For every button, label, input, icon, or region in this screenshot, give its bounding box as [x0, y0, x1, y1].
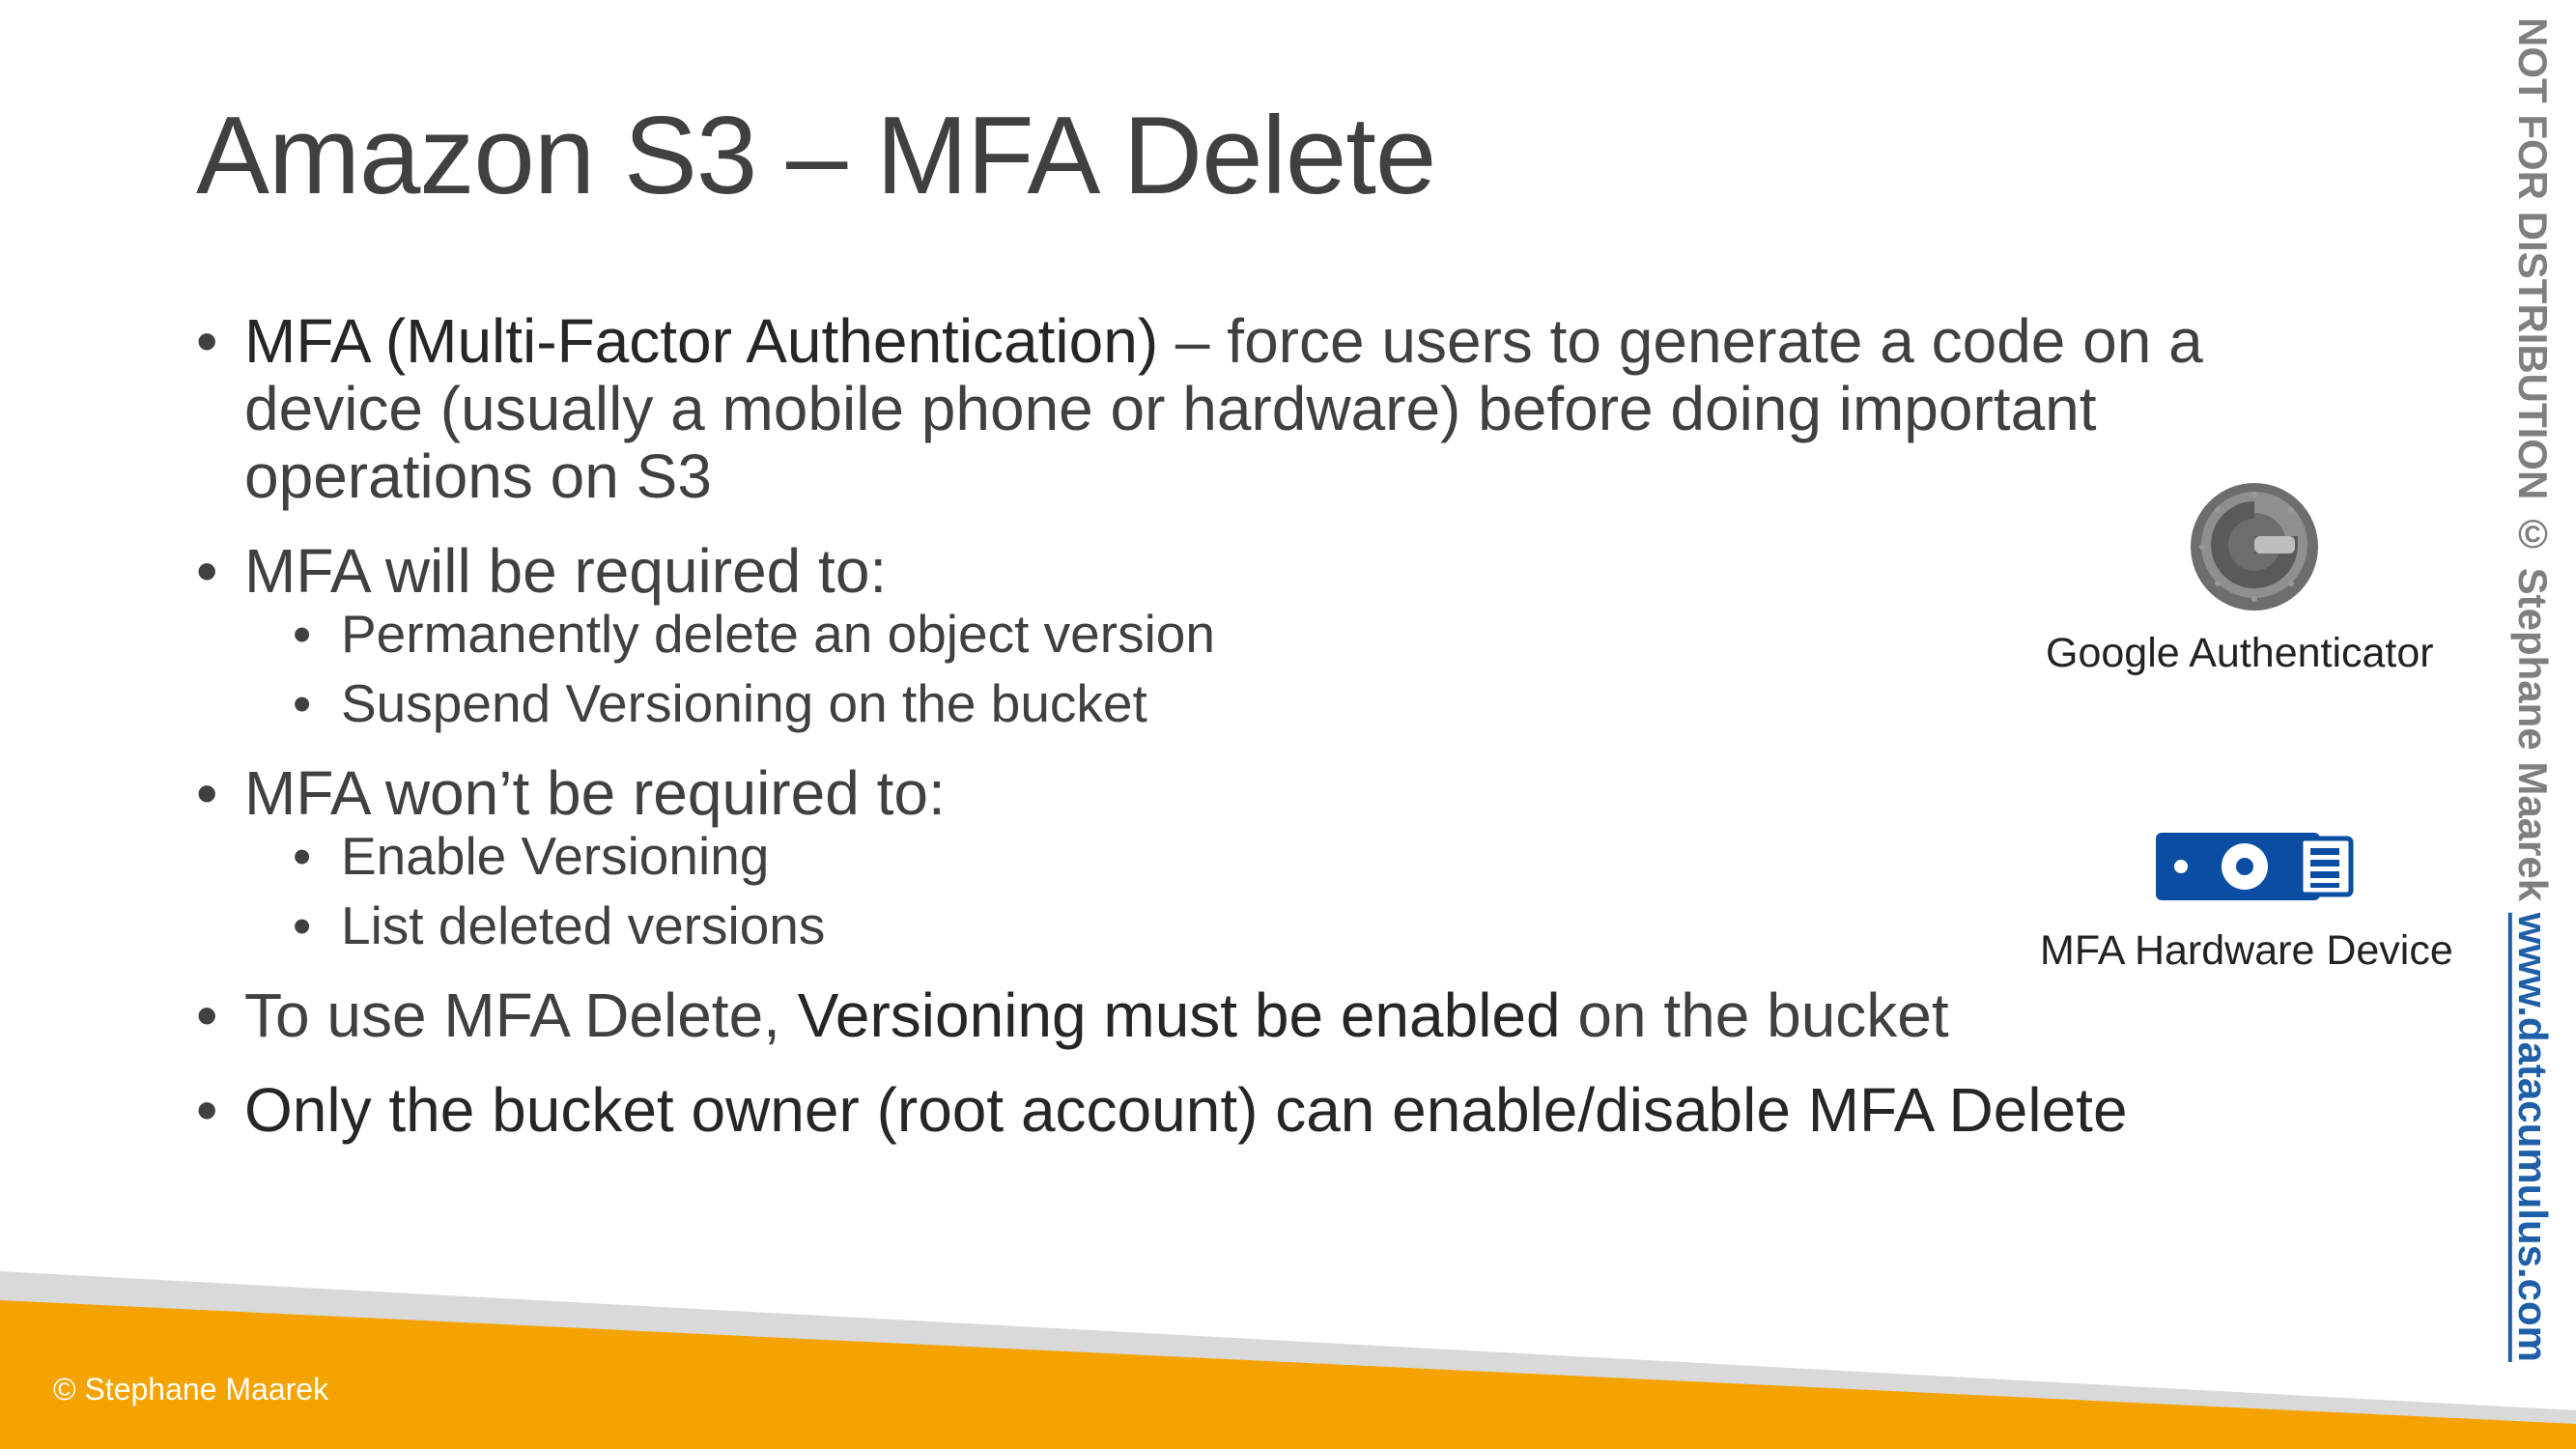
- bullet-dot: •: [196, 1075, 218, 1145]
- sub-bullet-dot: •: [293, 895, 312, 955]
- sub-bullet-item: • Enable Versioning: [196, 821, 2321, 891]
- bullet-dot: •: [196, 758, 218, 828]
- sub-bullet-item: • Permanently delete an object version: [196, 599, 2321, 668]
- sub-bullet-text: Permanently delete an object version: [341, 604, 1215, 664]
- google-authenticator-icon: [2191, 483, 2318, 611]
- sub-bullet-text: Enable Versioning: [341, 826, 770, 886]
- bullet-text: MFA will be required to:: [244, 536, 888, 606]
- sub-bullet-dot: •: [293, 826, 312, 886]
- bullet-versioning-requirement: • To use MFA Delete, Versioning must be …: [196, 981, 2321, 1049]
- footer-copyright: © Stephane Maarek: [53, 1372, 329, 1406]
- bullet-strong-text: Versioning must be enabled: [797, 980, 1561, 1050]
- sub-bullet-text: List deleted versions: [341, 895, 826, 955]
- bullet-mfa-definition: • MFA (Multi-Factor Authentication) – fo…: [196, 307, 2321, 510]
- slide-title: Amazon S3 – MFA Delete: [196, 95, 1436, 217]
- bullet-list: • MFA (Multi-Factor Authentication) – fo…: [196, 307, 2321, 1171]
- google-authenticator-label: Google Authenticator: [2046, 630, 2434, 676]
- mfa-device-label: MFA Hardware Device: [2040, 927, 2453, 974]
- bullet-strong-text: Only the bucket owner (root account) can…: [244, 1075, 2128, 1145]
- usb-security-key-icon: [2156, 833, 2354, 900]
- sub-bullet-item: • Suspend Versioning on the bucket: [196, 668, 2321, 738]
- slide: Amazon S3 – MFA Delete • MFA (Multi-Fact…: [0, 0, 2576, 1449]
- bullet-text: MFA won’t be required to:: [244, 758, 946, 828]
- bullet-dot: •: [196, 306, 218, 376]
- bullet-text: To use MFA Delete,: [244, 980, 798, 1050]
- bullet-dot: •: [196, 536, 218, 606]
- bullet-text: on the bucket: [1560, 980, 1949, 1050]
- bullet-mfa-not-required: • MFA won’t be required to:: [196, 759, 2321, 827]
- bullet-bucket-owner: • Only the bucket owner (root account) c…: [196, 1076, 2321, 1144]
- bullet-dot: •: [196, 980, 218, 1050]
- bullet-strong-text: MFA (Multi-Factor Authentication): [244, 306, 1159, 376]
- footer-band: [0, 1271, 2576, 1449]
- watermark-text: NOT FOR DISTRIBUTION © Stephane Maarek: [2510, 17, 2556, 913]
- watermark-vertical: NOT FOR DISTRIBUTION © Stephane Maarek w…: [2509, 17, 2556, 1362]
- sub-bullet-list-required: • Permanently delete an object version •…: [196, 599, 2321, 738]
- sub-bullet-item: • List deleted versions: [196, 891, 2321, 960]
- sub-bullet-list-not-required: • Enable Versioning • List deleted versi…: [196, 821, 2321, 960]
- sub-bullet-dot: •: [293, 673, 312, 733]
- sub-bullet-text: Suspend Versioning on the bucket: [341, 673, 1147, 733]
- sub-bullet-dot: •: [293, 604, 312, 664]
- bullet-mfa-required: • MFA will be required to:: [196, 537, 2321, 605]
